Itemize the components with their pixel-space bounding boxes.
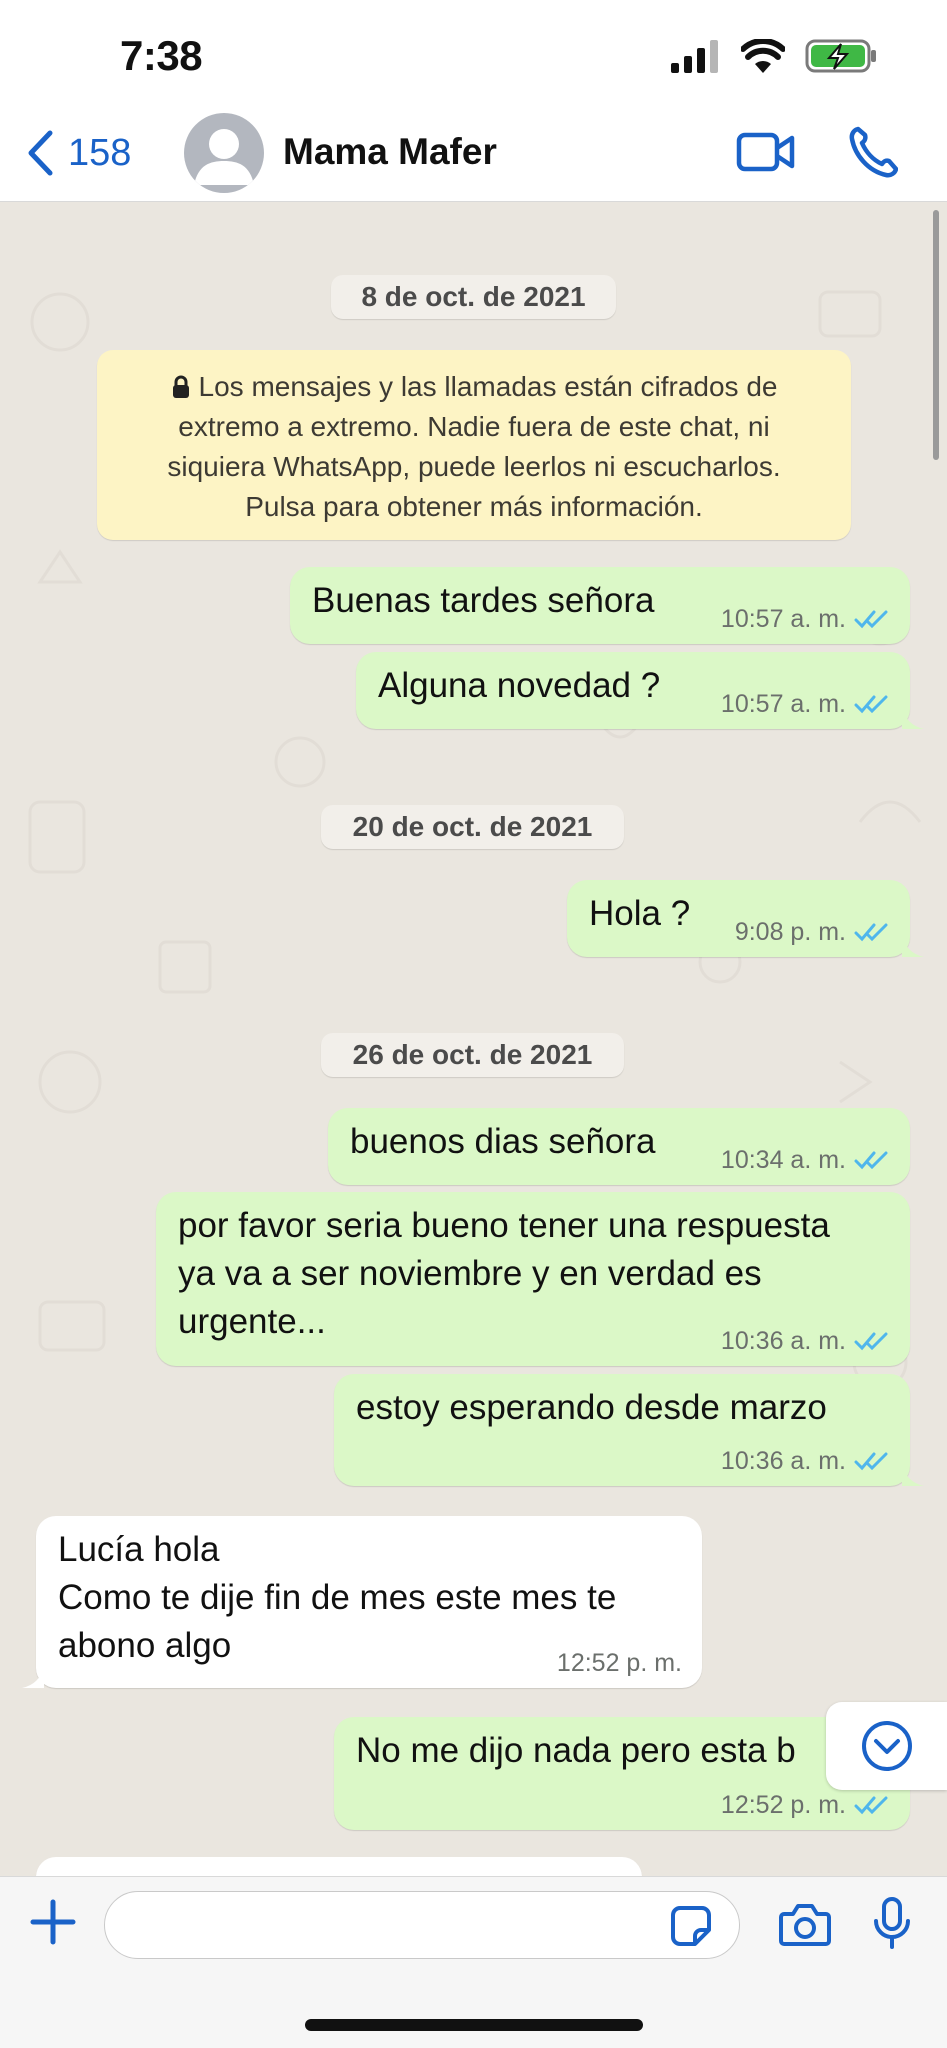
sticker-icon bbox=[671, 1906, 711, 1946]
message-text: Lucía hola Como te dije fin de mes este … bbox=[58, 1530, 617, 1665]
plus-icon bbox=[30, 1899, 76, 1945]
contact-name[interactable]: Mama Mafer bbox=[283, 131, 497, 173]
video-call-icon bbox=[736, 132, 795, 172]
message-time: 10:34 a. m. bbox=[720, 1146, 846, 1174]
message-bubble-outgoing[interactable]: No me dijo nada pero esta b 12:52 p. m. bbox=[334, 1717, 910, 1830]
double-check-icon bbox=[854, 923, 888, 942]
double-check-icon bbox=[854, 1452, 888, 1471]
home-indicator bbox=[305, 2019, 643, 2031]
video-call-button[interactable] bbox=[736, 130, 796, 179]
message-text: Alguna novedad ? bbox=[378, 666, 661, 705]
battery-charging-icon bbox=[805, 39, 876, 73]
attach-button[interactable] bbox=[30, 1899, 76, 1950]
message-text: Hola ? bbox=[589, 894, 691, 933]
message-bubble-outgoing[interactable]: Alguna novedad ? 10:57 a. m. bbox=[356, 652, 924, 729]
camera-button[interactable] bbox=[779, 1901, 831, 1952]
message-time: 12:52 p. m. bbox=[556, 1649, 682, 1677]
avatar-placeholder-icon bbox=[194, 129, 254, 185]
message-time: 10:36 a. m. bbox=[720, 1327, 846, 1355]
chat-header: 158 Mama Mafer bbox=[0, 105, 947, 202]
unread-count: 158 bbox=[68, 131, 132, 174]
message-bubble-incoming-partial[interactable] bbox=[36, 1857, 642, 1876]
double-check-icon bbox=[854, 1332, 888, 1351]
message-text: estoy esperando desde marzo bbox=[356, 1388, 827, 1427]
message-time: 10:36 a. m. bbox=[720, 1447, 846, 1475]
wifi-icon bbox=[741, 39, 785, 73]
bubble-tail bbox=[902, 707, 924, 729]
chat-area[interactable]: 8 de oct. de 2021 Los mensajes y las lla… bbox=[0, 202, 947, 1876]
message-text: por favor seria bueno tener una respuest… bbox=[178, 1206, 830, 1341]
chevron-left-icon bbox=[28, 130, 53, 176]
message-bubble-outgoing[interactable]: estoy esperando desde marzo 10:36 a. m. bbox=[334, 1374, 924, 1486]
message-bubble-outgoing[interactable]: por favor seria bueno tener una respuest… bbox=[156, 1192, 910, 1366]
camera-icon bbox=[779, 1904, 831, 1946]
message-time: 10:57 a. m. bbox=[720, 605, 846, 633]
bubble-tail bbox=[22, 1666, 44, 1688]
signal-icon bbox=[671, 40, 718, 73]
scroll-to-bottom-button[interactable] bbox=[826, 1702, 947, 1790]
double-check-icon bbox=[854, 695, 888, 714]
message-text: No me dijo nada pero esta b bbox=[356, 1731, 796, 1770]
message-text: Buenas tardes señora bbox=[312, 581, 655, 620]
double-check-icon bbox=[854, 1796, 888, 1815]
message-time: 12:52 p. m. bbox=[720, 1791, 846, 1819]
microphone-icon bbox=[874, 1897, 910, 1949]
voice-call-button[interactable] bbox=[848, 125, 899, 184]
status-time: 7:38 bbox=[120, 32, 203, 79]
double-check-icon bbox=[854, 610, 888, 629]
message-input[interactable] bbox=[104, 1891, 740, 1959]
sticker-button[interactable] bbox=[670, 1905, 712, 1952]
status-icons bbox=[671, 38, 877, 74]
message-bubble-outgoing[interactable]: Buenas tardes señora 10:57 a. m. bbox=[290, 567, 910, 644]
double-check-icon bbox=[854, 1151, 888, 1170]
chevron-down-circle-icon bbox=[861, 1721, 912, 1771]
avatar[interactable] bbox=[184, 113, 264, 193]
lock-icon bbox=[172, 375, 189, 398]
message-bubble-outgoing[interactable]: Hola ? 9:08 p. m. bbox=[567, 880, 924, 957]
input-bar bbox=[0, 1876, 947, 2048]
date-separator: 20 de oct. de 2021 bbox=[321, 805, 624, 849]
back-button[interactable]: 158 bbox=[26, 123, 131, 183]
message-time: 9:08 p. m. bbox=[734, 918, 846, 946]
scrollbar[interactable] bbox=[933, 210, 939, 460]
status-bar: 7:38 bbox=[0, 0, 947, 105]
phone-icon bbox=[849, 126, 899, 178]
bubble-tail bbox=[902, 935, 924, 957]
message-time: 10:57 a. m. bbox=[720, 690, 846, 718]
microphone-button[interactable] bbox=[873, 1897, 911, 1956]
message-bubble-incoming[interactable]: Lucía hola Como te dije fin de mes este … bbox=[22, 1516, 702, 1688]
bubble-tail bbox=[902, 1464, 924, 1486]
encryption-notice[interactable]: Los mensajes y las llamadas están cifrad… bbox=[97, 350, 851, 540]
message-bubble-outgoing[interactable]: buenos dias señora 10:34 a. m. bbox=[328, 1108, 910, 1185]
date-separator: 26 de oct. de 2021 bbox=[321, 1033, 624, 1077]
date-separator: 8 de oct. de 2021 bbox=[331, 275, 616, 319]
message-text: buenos dias señora bbox=[350, 1122, 656, 1161]
